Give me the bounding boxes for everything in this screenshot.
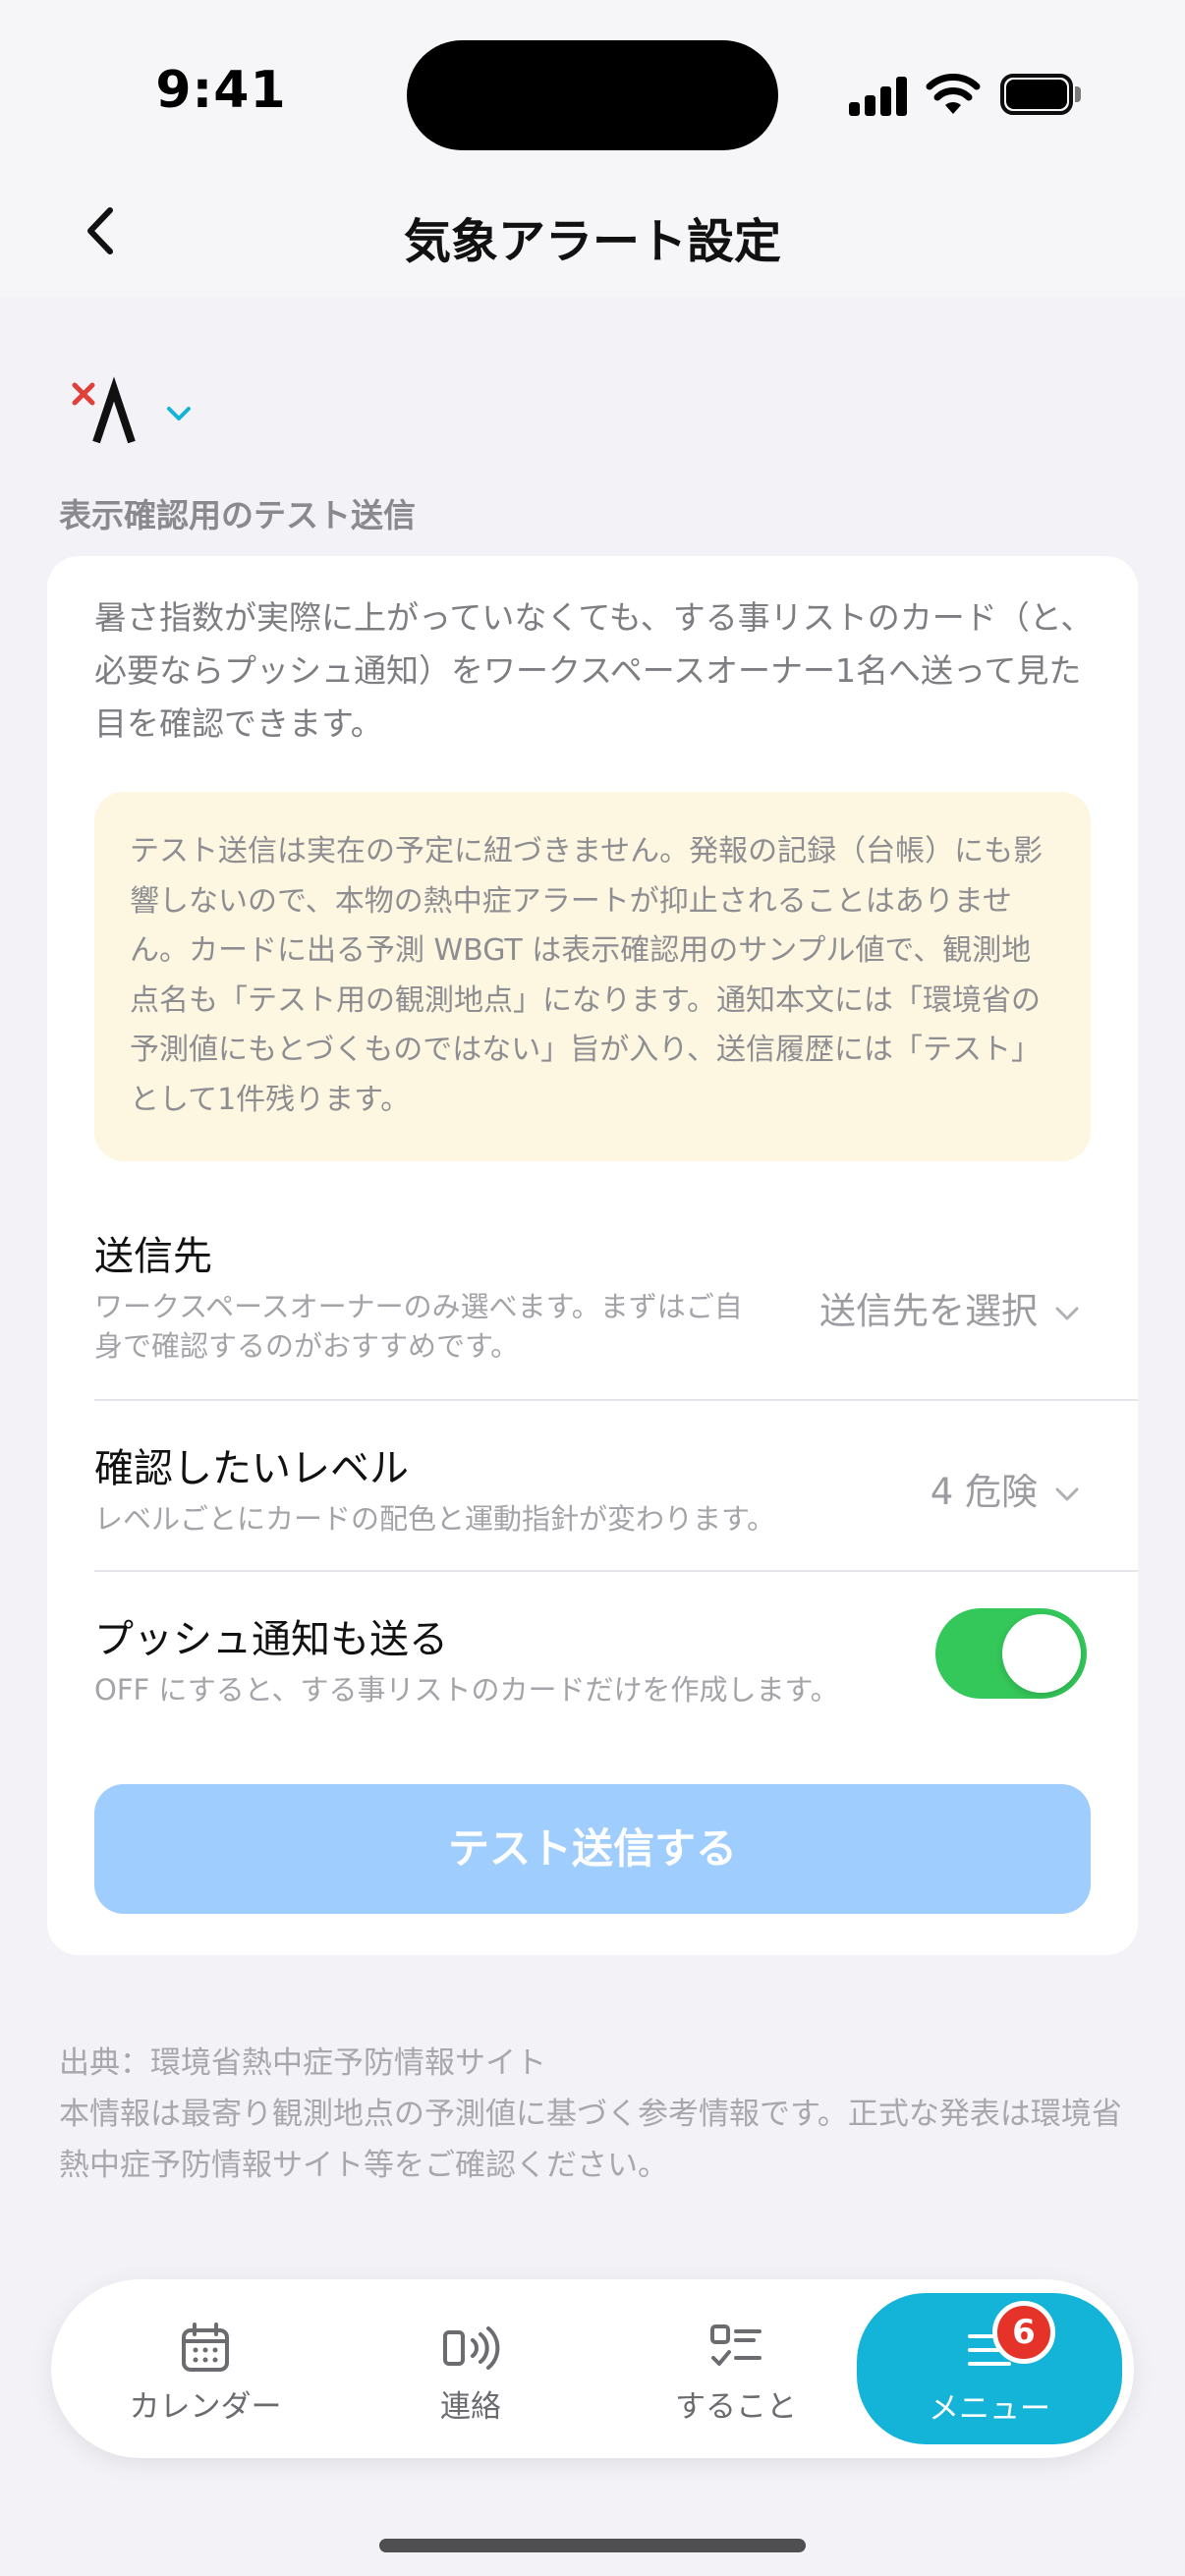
chevron-down-icon: [1055, 1307, 1079, 1319]
navigation-bar: 気象アラート設定: [0, 167, 1185, 297]
test-send-button[interactable]: テスト送信する: [94, 1784, 1091, 1914]
tab-label: 連絡: [440, 2389, 501, 2425]
notice-text: テスト送信は実在の予定に紐づきません。発報の記録（台帳）にも影響しないので、本物…: [130, 834, 1044, 1117]
notice-box: テスト送信は実在の予定に紐づきません。発報の記録（台帳）にも影響しないので、本物…: [94, 792, 1091, 1161]
test-send-card: 暑さ指数が実際に上がっていなくても、する事リストのカード（と、必要ならプッシュ通…: [47, 556, 1138, 1955]
page-title: 気象アラート設定: [403, 214, 781, 269]
home-indicator: [379, 2539, 806, 2552]
checklist-icon: [710, 2324, 762, 2366]
workspace-switcher[interactable]: [65, 373, 212, 452]
cellular-signal-icon: [849, 77, 908, 116]
notification-badge: 6: [992, 2301, 1055, 2364]
battery-icon: [1000, 74, 1081, 115]
source-text: 出典：環境省熱中症予防情報サイト: [59, 2045, 546, 2081]
level-select[interactable]: 4 危険: [931, 1462, 1081, 1515]
toggle-knob: [1002, 1614, 1081, 1693]
tab-contact[interactable]: 連絡: [338, 2279, 603, 2458]
source-footnote: 出典：環境省熱中症予防情報サイト 本情報は最寄り観測地点の予測値に基づく参考情報…: [59, 2038, 1130, 2191]
tab-label: カレンダー: [129, 2389, 282, 2425]
tab-label: すること: [675, 2389, 797, 2425]
tab-todo[interactable]: すること: [603, 2279, 869, 2458]
push-toggle[interactable]: [935, 1608, 1087, 1699]
tab-menu[interactable]: 6 メニュー: [857, 2293, 1122, 2444]
push-row: プッシュ通知も送る OFF にすると、する事リストのカードだけを作成します。: [94, 1607, 1138, 1725]
screen: 9:41 気象アラート設定 表示確認用のテスト送信 暑さ指数が実際に上がっていな…: [0, 0, 1185, 2576]
divider: [94, 1399, 1138, 1401]
calendar-icon: [182, 2323, 229, 2372]
tab-calendar[interactable]: カレンダー: [73, 2279, 338, 2458]
level-value: 4 危険: [930, 1471, 1038, 1513]
tab-bar: カレンダー 連絡 すること 6 メニュー: [51, 2279, 1134, 2458]
dynamic-island: [407, 40, 778, 150]
wifi-icon: [926, 74, 981, 114]
section-label: 表示確認用のテスト送信: [59, 496, 416, 534]
chevron-down-icon: [1055, 1487, 1079, 1500]
recipient-select[interactable]: 送信先を選択: [819, 1281, 1081, 1334]
tab-label: メニュー: [929, 2391, 1050, 2427]
recipient-title: 送信先: [94, 1234, 212, 1279]
workspace-logo-icon: [72, 376, 136, 444]
status-time: 9:41: [155, 61, 287, 120]
divider: [94, 1570, 1138, 1572]
recipient-row[interactable]: 送信先 ワークスペースオーナーのみ選べます。まずはご自身で確認するのがおすすめで…: [94, 1224, 1138, 1381]
level-row[interactable]: 確認したいレベル レベルごとにカードの配色と運動指針が変わります。 4 危険: [94, 1436, 1138, 1554]
recipient-description: ワークスペースオーナーのみ選べます。まずはご自身で確認するのがおすすめです。: [94, 1290, 743, 1363]
disclaimer-text: 本情報は最寄り観測地点の予測値に基づく参考情報です。正式な発表は環境省熱中症予防…: [59, 2097, 1122, 2183]
chevron-down-icon: [167, 407, 191, 420]
recipient-value: 送信先を選択: [819, 1290, 1038, 1332]
broadcast-icon: [443, 2326, 500, 2370]
intro-text: 暑さ指数が実際に上がっていなくても、する事リストのカード（と、必要ならプッシュ通…: [94, 598, 1094, 743]
